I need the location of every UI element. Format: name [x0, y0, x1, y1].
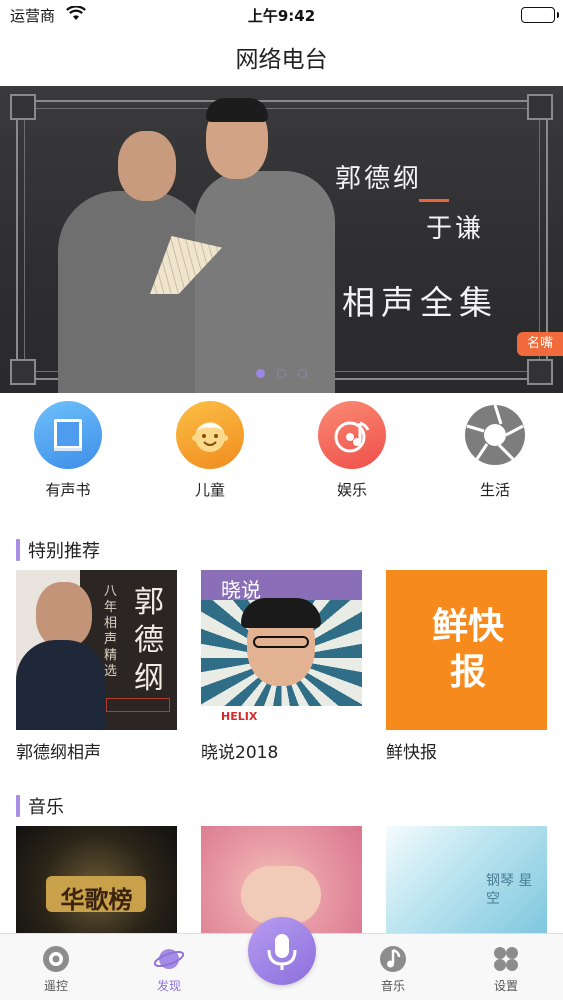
cover-subtitle: 八年相声精选 — [104, 584, 118, 679]
category-label: 有声书 — [45, 481, 91, 499]
page-dot[interactable] — [298, 369, 307, 378]
category-life[interactable]: 生活 — [445, 400, 545, 500]
child-face-icon — [176, 401, 244, 469]
tab-music[interactable]: 音乐 — [353, 934, 433, 994]
remote-disc-icon — [41, 944, 71, 974]
page-indicator[interactable] — [0, 369, 563, 378]
cover-title: 晓说 — [221, 578, 261, 602]
tab-label: 遥控 — [43, 979, 68, 993]
tab-label: 音乐 — [380, 979, 405, 993]
card-caption: 郭德纲相声 — [16, 743, 101, 763]
cover-seal — [106, 698, 170, 712]
frame-corner — [527, 94, 553, 120]
cover-title: 郭德纲 — [134, 585, 164, 696]
tab-remote[interactable]: 遥控 — [16, 934, 96, 994]
category-row: 有声书 儿童 娱乐 生活 — [0, 400, 563, 504]
page-title: 网络电台 — [235, 47, 328, 73]
cover-glasses — [253, 636, 309, 648]
album-cover: 钢琴 星空 — [386, 826, 547, 933]
section-title-music: 音乐 — [16, 793, 64, 819]
category-children[interactable]: 儿童 — [160, 400, 260, 500]
banner-accent-line — [419, 199, 449, 202]
grid-settings-icon — [491, 944, 521, 974]
cover-body — [16, 640, 106, 730]
frame-corner — [10, 94, 36, 120]
book-icon — [34, 401, 102, 469]
page-dot[interactable] — [277, 369, 286, 378]
banner-carousel[interactable]: 郭德纲 于谦 相声全集 名嘴 — [0, 86, 563, 393]
voice-search-button[interactable] — [248, 917, 316, 985]
planet-icon — [153, 944, 185, 974]
cover-hair — [241, 598, 321, 628]
cover-face — [36, 582, 92, 648]
featured-card-guodegang[interactable]: 郭德纲 八年相声精选 郭德纲相声 — [16, 570, 177, 763]
card-caption: 晓说2018 — [201, 743, 279, 763]
music-card-huagebang[interactable]: 华歌榜 — [16, 826, 177, 933]
tab-discover[interactable]: 发现 — [129, 934, 209, 994]
featured-card-xiankuaibao[interactable]: 鲜快报 鲜快报 — [386, 570, 547, 763]
microphone-icon — [267, 934, 297, 970]
aperture-icon — [461, 401, 529, 469]
page-dot[interactable] — [256, 369, 265, 378]
banner-title: 相声全集 — [342, 283, 498, 322]
album-cover: 晓说 HELIX — [201, 570, 362, 730]
performer-figure — [58, 191, 208, 393]
cover-title: 钢琴 星空 — [486, 873, 533, 907]
section-title-featured: 特别推荐 — [16, 537, 100, 563]
category-label: 娱乐 — [336, 481, 367, 499]
category-label: 生活 — [479, 481, 510, 499]
category-label: 儿童 — [194, 481, 225, 499]
category-entertainment[interactable]: 娱乐 — [302, 400, 402, 500]
battery-icon — [521, 7, 559, 23]
music-card-piano[interactable]: 钢琴 星空 — [386, 826, 547, 933]
banner-name-1: 郭德纲 — [335, 164, 423, 194]
performer-figure — [195, 171, 335, 393]
card-caption: 鲜快报 — [386, 743, 437, 763]
clock: 上午9:42 — [247, 7, 316, 25]
tab-settings[interactable]: 设置 — [466, 934, 546, 994]
tab-label: 设置 — [493, 979, 518, 993]
music-disc-icon — [318, 401, 386, 469]
status-bar: 运营商 上午9:42 — [0, 0, 563, 30]
tab-label: 发现 — [156, 979, 181, 993]
performer-head — [118, 131, 176, 201]
performer-hair — [206, 98, 268, 122]
banner-badge: 名嘴 — [517, 332, 563, 356]
category-audiobook[interactable]: 有声书 — [18, 400, 118, 500]
cover-baby — [241, 866, 321, 924]
banner-name-2: 于谦 — [426, 214, 485, 244]
album-cover: 郭德纲 八年相声精选 — [16, 570, 177, 730]
album-cover: 鲜快报 — [386, 570, 547, 730]
cover-title: 华歌榜 — [60, 886, 133, 914]
music-note-icon — [378, 944, 408, 974]
album-cover: 华歌榜 — [16, 826, 177, 933]
cover-sponsor: HELIX — [221, 710, 258, 723]
cover-title: 鲜快报 — [431, 606, 504, 693]
featured-card-xiaoshuo[interactable]: 晓说 HELIX 晓说2018 — [201, 570, 362, 763]
